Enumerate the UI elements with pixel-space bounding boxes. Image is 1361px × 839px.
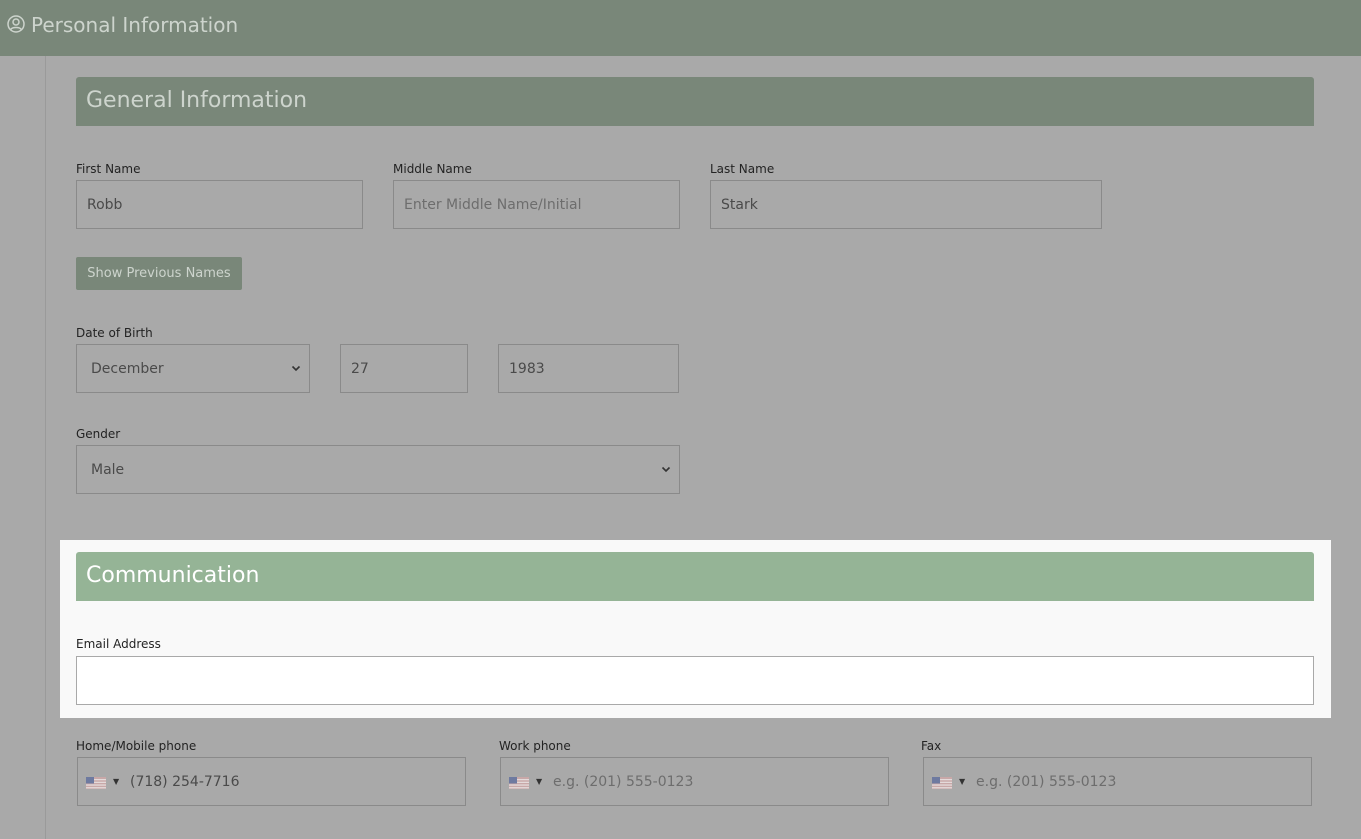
middle-name-label: Middle Name	[393, 162, 472, 176]
first-name-value: Robb	[87, 196, 123, 213]
last-name-label: Last Name	[710, 162, 775, 176]
gender-select[interactable]: Male	[76, 445, 680, 494]
first-name-label: First Name	[76, 162, 141, 176]
middle-name-field[interactable]: Enter Middle Name/Initial	[393, 180, 680, 229]
fax-label: Fax	[921, 739, 942, 753]
fax-placeholder: e.g. (201) 555-0123	[976, 774, 1117, 790]
date-of-birth-label: Date of Birth	[76, 326, 153, 340]
page-title: Personal Information	[31, 13, 239, 37]
email-input[interactable]	[76, 656, 1314, 705]
us-flag-icon[interactable]	[86, 777, 106, 789]
last-name-value: Stark	[721, 196, 758, 213]
communication-header: Communication	[76, 552, 1314, 601]
dob-year-field[interactable]: 1983	[498, 344, 679, 393]
caret-down-icon[interactable]: ▼	[113, 777, 119, 787]
us-flag-icon[interactable]	[509, 777, 529, 789]
general-information-header: General Information	[76, 77, 1314, 126]
home-phone-value: (718) 254-7716	[130, 774, 240, 790]
us-flag-icon[interactable]	[932, 777, 952, 789]
work-phone-input[interactable]: ▼ e.g. (201) 555-0123	[500, 757, 889, 806]
dob-month-value: December	[91, 360, 164, 377]
chevron-down-icon	[661, 466, 671, 473]
work-phone-placeholder: e.g. (201) 555-0123	[553, 774, 694, 790]
email-label: Email Address	[76, 637, 161, 651]
dob-month-select[interactable]: December	[76, 344, 310, 393]
work-phone-label: Work phone	[499, 739, 571, 753]
home-phone-input[interactable]: ▼ (718) 254-7716	[77, 757, 466, 806]
middle-name-placeholder: Enter Middle Name/Initial	[404, 196, 582, 213]
fax-input[interactable]: ▼ e.g. (201) 555-0123	[923, 757, 1312, 806]
panel-border	[45, 56, 46, 839]
caret-down-icon[interactable]: ▼	[959, 777, 965, 787]
general-information-title: General Information	[86, 88, 308, 113]
gender-label: Gender	[76, 427, 121, 441]
first-name-field[interactable]: Robb	[76, 180, 363, 229]
dob-year-value: 1983	[509, 360, 545, 377]
dob-day-value: 27	[351, 360, 369, 377]
chevron-down-icon	[291, 365, 301, 372]
gender-value: Male	[91, 461, 125, 478]
top-bar: Personal Information	[0, 0, 1361, 56]
user-circle-icon	[7, 15, 25, 33]
last-name-field[interactable]: Stark	[710, 180, 1102, 229]
show-previous-names-button[interactable]: Show Previous Names	[76, 257, 242, 290]
home-phone-label: Home/Mobile phone	[76, 739, 197, 753]
communication-title: Communication	[86, 563, 260, 588]
dob-day-field[interactable]: 27	[340, 344, 468, 393]
caret-down-icon[interactable]: ▼	[536, 777, 542, 787]
